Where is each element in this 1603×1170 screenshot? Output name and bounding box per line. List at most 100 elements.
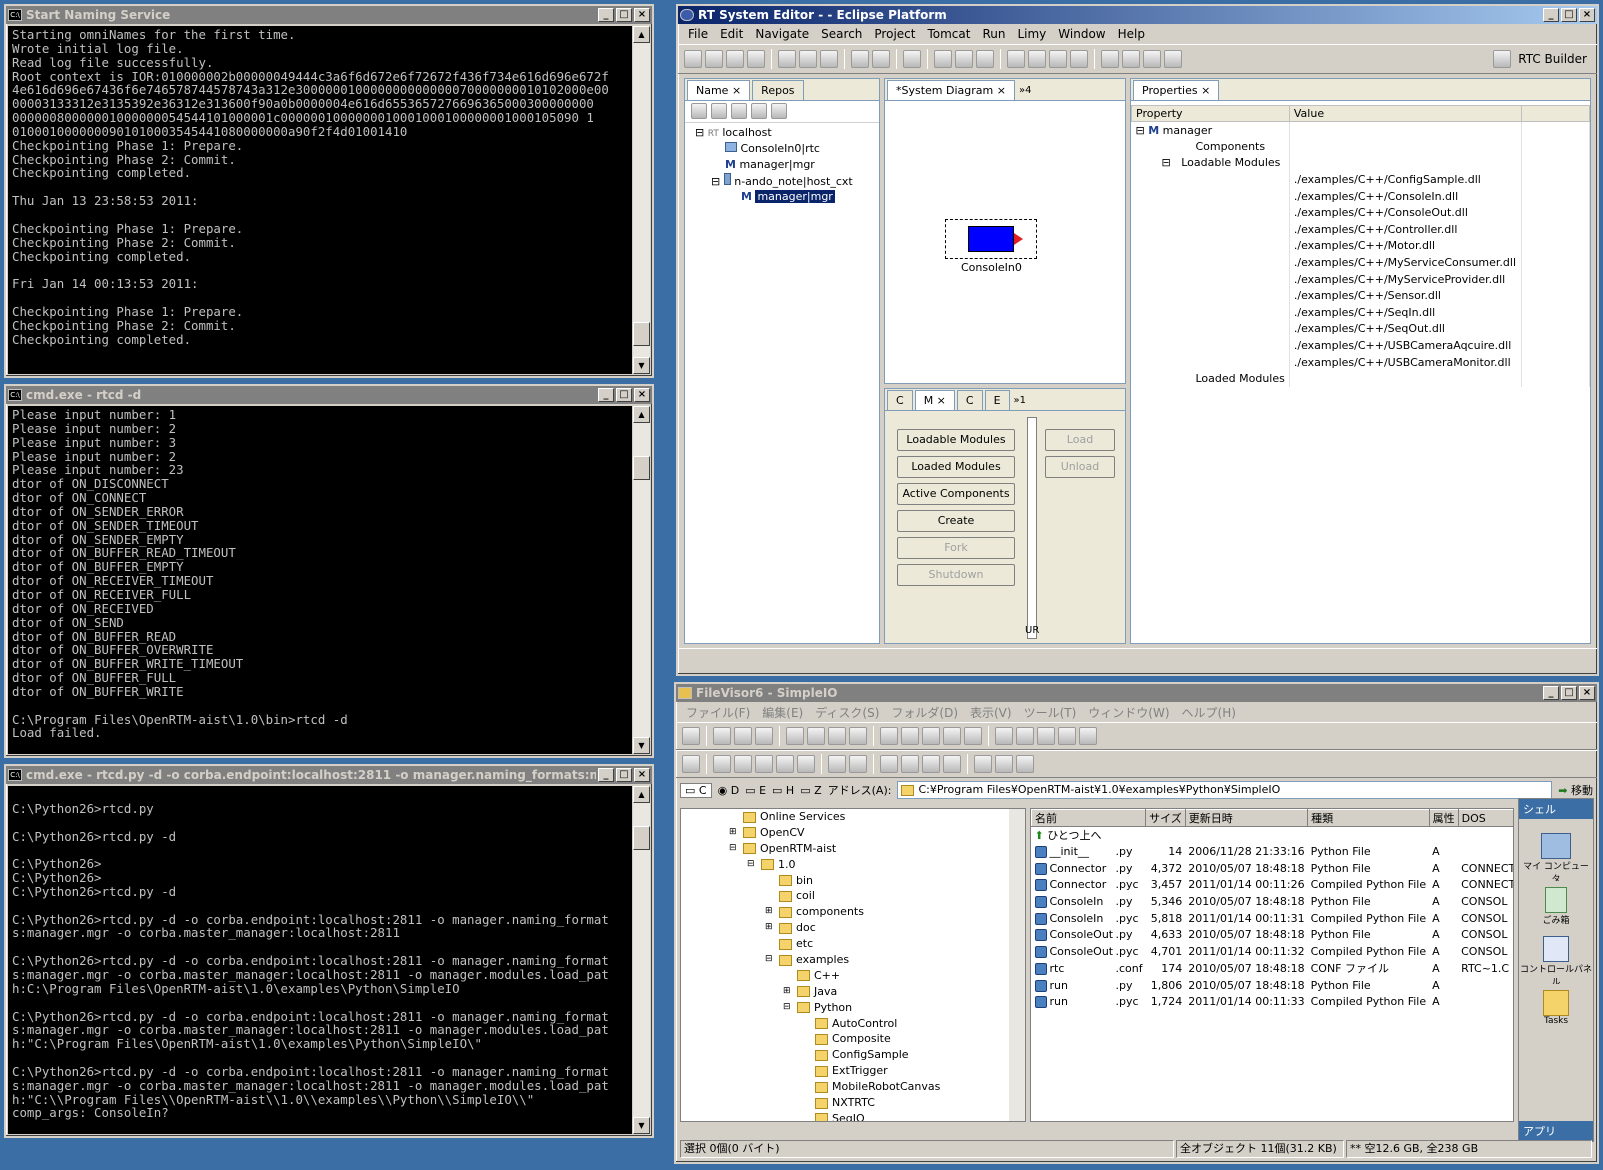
close-button[interactable]: × — [1579, 8, 1595, 22]
folder-tree-item[interactable]: ⊟ 1.0 — [681, 857, 1025, 873]
vertical-scrollbar[interactable]: ▲ ▼ — [633, 786, 650, 1134]
expand-toggle[interactable]: ⊟ — [783, 1000, 791, 1016]
notepad-icon[interactable] — [974, 755, 992, 773]
menu-tool[interactable]: ツール(T) — [1018, 704, 1083, 721]
folder-tree-item[interactable]: C++ — [681, 968, 1025, 984]
shutdown-button[interactable]: Shutdown — [897, 564, 1015, 586]
move-to-icon[interactable] — [943, 755, 961, 773]
archive-icon[interactable] — [1079, 727, 1097, 745]
table-row[interactable]: Connector .py 4,372 2010/05/07 18:48:18 Pyth… — [1032, 860, 1513, 877]
view-detail-icon[interactable] — [849, 727, 867, 745]
drive-c[interactable]: ▭ C — [680, 782, 712, 798]
module-value[interactable]: ./examples/C++/ConfigSample.dll — [1289, 171, 1522, 188]
expand-toggle[interactable]: ⊟ — [747, 857, 755, 873]
loaded-modules-button[interactable]: Loaded Modules — [897, 456, 1015, 478]
vertical-scrollbar[interactable]: ▲ ▼ — [633, 26, 650, 374]
sort-ext-icon[interactable] — [943, 727, 961, 745]
new-folder-icon[interactable] — [880, 755, 898, 773]
menu-tomcat[interactable]: Tomcat — [921, 27, 976, 41]
tree-item-consolein[interactable]: ConsoleIn0|rtc — [695, 141, 879, 157]
maximize-button[interactable]: □ — [616, 768, 632, 782]
module-list[interactable] — [1027, 417, 1037, 639]
drive-e[interactable]: ▭ E — [745, 784, 766, 797]
close-button[interactable]: × — [1579, 686, 1595, 700]
my-computer-icon[interactable] — [1541, 833, 1571, 859]
disconnect-icon[interactable] — [799, 50, 817, 68]
active-components-button[interactable]: Active Components — [897, 483, 1015, 505]
next-annotation-icon[interactable] — [1007, 50, 1025, 68]
open-perspective-icon[interactable] — [1493, 50, 1512, 68]
prop-loadable-modules[interactable]: ⊟ Loadable Modules — [1131, 154, 1290, 172]
minimize-button[interactable]: _ — [1543, 686, 1559, 700]
minimize-button[interactable]: _ — [598, 388, 614, 402]
sort-date-icon[interactable] — [964, 727, 982, 745]
table-row[interactable]: __init__ .py 14 2006/11/28 21:33:16 Python F… — [1032, 843, 1514, 860]
tool-b-icon[interactable] — [1122, 50, 1140, 68]
close-button[interactable]: × — [634, 768, 650, 782]
control-panel-icon[interactable] — [1543, 936, 1569, 962]
expand-toggle[interactable]: ⊟ — [765, 952, 773, 968]
tool-a-icon[interactable] — [1101, 50, 1119, 68]
module-value[interactable]: ./examples/C++/MyServiceConsumer.dll — [1289, 254, 1522, 271]
prev-annotation-icon[interactable] — [1028, 50, 1046, 68]
save-icon[interactable] — [705, 50, 723, 68]
open-icon[interactable] — [934, 50, 952, 68]
menu-navigate[interactable]: Navigate — [749, 27, 815, 41]
module-value[interactable]: ./examples/C++/ConsoleOut.dll — [1289, 204, 1522, 222]
menu-window[interactable]: Window — [1052, 27, 1111, 41]
more-tabs[interactable]: »1 — [1010, 395, 1030, 410]
prop-components[interactable]: Components — [1131, 138, 1290, 155]
copy-to-icon[interactable] — [922, 755, 940, 773]
expand-toggle[interactable]: ⊟ — [729, 841, 737, 857]
col-value[interactable]: Value — [1288, 105, 1522, 122]
menu-window[interactable]: ウィンドウ(W) — [1082, 704, 1175, 721]
address-field[interactable]: C:¥Program Files¥OpenRTM-aist¥1.0¥exampl… — [897, 781, 1553, 799]
tree-scrollbar[interactable] — [1009, 809, 1025, 1121]
connect-icon[interactable] — [778, 50, 796, 68]
folder-tree-item[interactable]: ConfigSample — [681, 1047, 1025, 1063]
delete-icon[interactable] — [828, 755, 846, 773]
up-folder-icon[interactable] — [755, 755, 773, 773]
folder-icon[interactable] — [955, 50, 973, 68]
col-name[interactable]: 名前 — [1031, 809, 1147, 827]
table-row[interactable]: run .pyc 1,724 2011/01/14 00:11:33 Compiled … — [1032, 993, 1514, 1010]
forward-icon[interactable] — [731, 103, 747, 119]
edit-icon[interactable] — [755, 727, 773, 745]
drive-h[interactable]: ▭ H — [772, 784, 794, 797]
table-row[interactable]: ConsoleIn .py 5,346 2010/05/07 18:48:18 Pyth… — [1032, 893, 1514, 910]
module-value[interactable]: ./examples/C++/Sensor.dll — [1289, 287, 1522, 305]
tab-system-diagram[interactable]: *System Diagram × — [887, 80, 1015, 100]
folder-tree-item[interactable]: coil — [681, 888, 1025, 904]
maximize-button[interactable]: □ — [616, 388, 632, 402]
mail-icon[interactable] — [1016, 727, 1034, 745]
cmd-icon[interactable] — [1016, 755, 1034, 773]
menu-view[interactable]: 表示(V) — [964, 704, 1018, 721]
component-body[interactable] — [968, 226, 1014, 252]
table-row[interactable]: rtc .conf 174 2010/05/07 18:48:18 CONF ファイル A… — [1032, 960, 1514, 977]
folder-tree-item[interactable]: ⊞ doc — [681, 920, 1025, 936]
refresh-icon[interactable] — [797, 755, 815, 773]
col-date[interactable]: 更新日時 — [1184, 809, 1309, 827]
tool-d-icon[interactable] — [1164, 50, 1182, 68]
col-attr[interactable]: 属性 — [1428, 809, 1459, 827]
tab-name[interactable]: Name × — [687, 80, 751, 100]
menu-edit[interactable]: Edit — [714, 27, 749, 41]
folder-tree-item[interactable]: etc — [681, 936, 1025, 952]
maximize-button[interactable]: □ — [616, 8, 632, 22]
minimize-button[interactable]: _ — [1543, 8, 1559, 22]
view-small-icon[interactable] — [807, 727, 825, 745]
component-box[interactable] — [945, 219, 1037, 259]
maximize-button[interactable]: □ — [1561, 8, 1577, 22]
up-row[interactable]: ⬆ ひとつ上へ — [1032, 827, 1514, 844]
close-button[interactable]: × — [634, 388, 650, 402]
home-icon[interactable] — [691, 103, 707, 119]
module-value[interactable]: ./examples/C++/Motor.dll — [1289, 237, 1522, 255]
forward-icon[interactable] — [1070, 50, 1088, 68]
more-tabs[interactable]: »4 — [1015, 85, 1035, 100]
module-value[interactable]: ./examples/C++/ConsoleIn.dll — [1289, 187, 1522, 205]
fork-button[interactable]: Fork — [897, 537, 1015, 559]
maximize-button[interactable]: □ — [1561, 686, 1577, 700]
expand-toggle[interactable]: ⊞ — [765, 904, 773, 920]
tab-properties[interactable]: Properties × — [1133, 80, 1220, 100]
col-dos[interactable]: DOS — [1457, 809, 1513, 827]
